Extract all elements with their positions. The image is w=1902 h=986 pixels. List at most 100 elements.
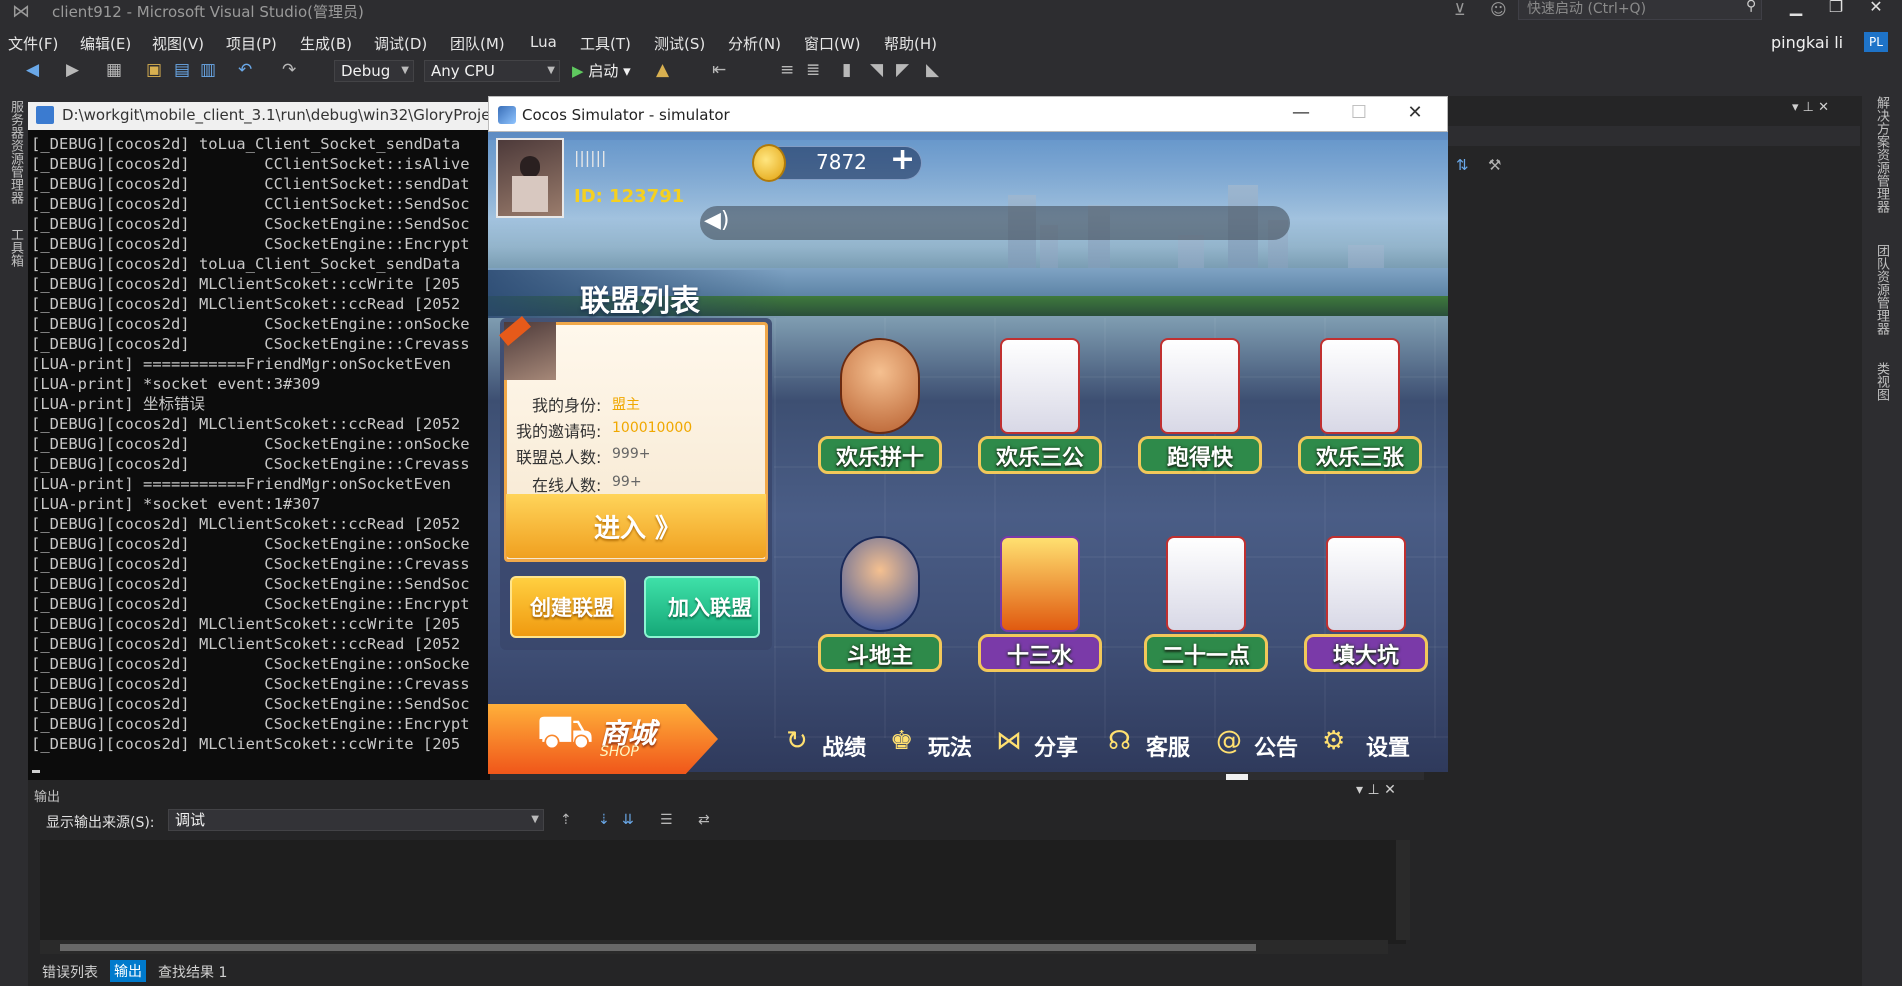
settings-button[interactable]: 设置 [1366,730,1410,762]
new-project-icon[interactable]: ▦ [106,60,122,80]
outdent-icon[interactable]: ≣ [806,60,820,80]
filter-icon[interactable]: ⊻ [1454,0,1466,19]
game-label: 跑得快 [1166,446,1233,471]
clear-all-icon[interactable]: ☰ [660,812,673,828]
playing-cards-icon [1166,536,1246,632]
menu-window[interactable]: 窗口(W) [804,33,861,54]
word-wrap-icon[interactable]: ⇄ [698,812,710,828]
menu-edit[interactable]: 编辑(E) [80,33,131,54]
feedback-icon[interactable]: ☺ [1490,0,1507,19]
panel-options-icon[interactable]: ▾ ⊥ ✕ [1792,100,1829,115]
start-debug-button[interactable]: ▶ 启动 ▾ [572,60,631,81]
game-tile-pinshi[interactable]: 欢乐拼十 [810,334,950,474]
simulator-close-button[interactable]: ✕ [1392,102,1438,128]
share-button[interactable]: 分享 [1034,730,1078,762]
redo-icon[interactable]: ↷ [282,60,296,80]
at-icon: @ [1216,726,1242,756]
notice-button[interactable]: 公告 [1254,730,1298,762]
game-tile-sanzhang[interactable]: 欢乐三张 [1290,334,1430,474]
mascot-icon [840,338,920,434]
game-tile-shisanshui[interactable]: 十三水 [970,532,1110,672]
config-value: Debug [341,62,391,80]
sort-icon[interactable]: ⇅ [1456,156,1469,174]
simulator-maximize-button[interactable]: ☐ [1336,102,1382,128]
menu-build[interactable]: 生成(B) [300,33,352,54]
forward-icon[interactable]: ▶ [66,60,79,80]
game-tile-tiandakeng[interactable]: 填大坑 [1296,532,1436,672]
open-file-icon[interactable]: ▣ [146,60,162,80]
customer-service-button[interactable]: 客服 [1146,730,1190,762]
tab-team-explorer[interactable]: 团队资源管理器 [1872,244,1891,335]
output-text-area[interactable] [40,840,1406,944]
panel-controls-icon[interactable]: ▾ ⊥ ✕ [1356,782,1396,798]
find-icon[interactable]: ⇊ [622,812,634,828]
step-icon[interactable]: ⇤ [712,60,726,80]
shop-sublabel: SHOP [600,744,639,760]
console-path: D:\workgit\mobile_client_3.1\run\debug\w… [62,106,491,124]
platform-select[interactable]: Any CPU ▼ [424,60,560,82]
solution-config-select[interactable]: Debug ▼ [334,60,414,82]
tab-error-list[interactable]: 错误列表 [42,962,98,982]
menu-tools[interactable]: 工具(T) [580,33,631,54]
game-tile-paodekuai[interactable]: 跑得快 [1130,334,1270,474]
scrollbar-thumb[interactable] [60,944,1256,951]
enter-alliance-label: 进入 》 [594,514,682,544]
game-tile-sangong[interactable]: 欢乐三公 [970,334,1110,474]
save-icon[interactable]: ▤ [174,60,190,80]
menu-project[interactable]: 项目(P) [226,33,277,54]
search-icon[interactable]: ⚲ [1746,0,1756,14]
console-line: [_DEBUG][cocos2d] CSocketEngine::Crevass [31,455,470,473]
goto-next-icon[interactable]: ⇣ [598,812,610,828]
restore-button[interactable]: ❐ [1818,0,1854,19]
console-line: [_DEBUG][cocos2d] toLua_Client_Socket_se… [31,255,461,273]
indent-icon[interactable]: ≡ [780,60,794,80]
bookmark-icon[interactable]: ▮ [842,60,851,80]
bookmark-clear-icon[interactable]: ◣ [926,60,939,80]
minimize-button[interactable]: ▁ [1778,0,1814,19]
menu-lua[interactable]: Lua [530,33,557,51]
simulator-minimize-button[interactable]: — [1278,102,1324,128]
playing-cards-icon [1326,536,1406,632]
menu-file[interactable]: 文件(F) [8,33,58,54]
tab-solution-explorer[interactable]: 解决方案资源管理器 [1872,96,1891,213]
tab-class-view[interactable]: 类视图 [1872,362,1891,401]
menu-test[interactable]: 测试(S) [654,33,705,54]
user-account[interactable]: pingkai li [1771,33,1843,52]
avatar[interactable]: PL [1864,32,1888,52]
console-output[interactable]: [_DEBUG][cocos2d] toLua_Client_Socket_se… [28,130,490,780]
output-source-select[interactable]: 调试 ▼ [168,809,544,831]
menu-view[interactable]: 视图(V) [152,33,204,54]
menu-analyze[interactable]: 分析(N) [728,33,781,54]
game-tile-blackjack[interactable]: 二十一点 [1136,532,1276,672]
vertical-scrollbar[interactable] [1396,840,1410,940]
game-label: 欢乐拼十 [835,446,924,471]
back-icon[interactable]: ◀ [26,60,39,80]
tab-server-explorer[interactable]: 服务器资源管理器 [6,100,25,204]
menu-debug[interactable]: 调试(D) [374,33,427,54]
record-button[interactable]: 战绩 [822,730,866,762]
close-button[interactable]: ✕ [1858,0,1894,19]
identity-label: 我的身份: [532,396,602,415]
browser-link-icon[interactable]: ▲ [656,60,669,80]
rules-button[interactable]: 玩法 [928,730,972,762]
quick-launch-input[interactable]: 快速启动 (Ctrl+Q) [1518,0,1762,20]
menu-help[interactable]: 帮助(H) [884,33,937,54]
tab-find-results[interactable]: 查找结果 1 [158,962,227,982]
bookmark-next-icon[interactable]: ◤ [896,60,909,80]
game-label: 欢乐三公 [995,446,1084,471]
add-coins-button[interactable]: + [890,142,915,177]
console-line: [_DEBUG][cocos2d] CSocketEngine::Crevass [31,675,470,693]
wrench-icon[interactable]: ⚒ [1488,156,1501,174]
menu-team[interactable]: 团队(M) [450,33,505,54]
goto-previous-icon[interactable]: ⇡ [560,812,572,828]
game-tile-doudizhu[interactable]: 斗地主 [810,532,950,672]
console-line: [_DEBUG][cocos2d] CSocketEngine::onSocke [31,655,470,673]
bookmark-prev-icon[interactable]: ◥ [870,60,883,80]
online-label: 在线人数: [532,476,602,495]
shopping-cart-icon: ⛟ [536,704,594,758]
tab-toolbox[interactable]: 工具箱 [6,228,25,267]
save-all-icon[interactable]: ▥ [200,60,216,80]
tab-output[interactable]: 输出 [110,960,146,982]
visual-studio-logo-icon: ⋈ [12,1,30,22]
undo-icon[interactable]: ↶ [238,60,252,80]
